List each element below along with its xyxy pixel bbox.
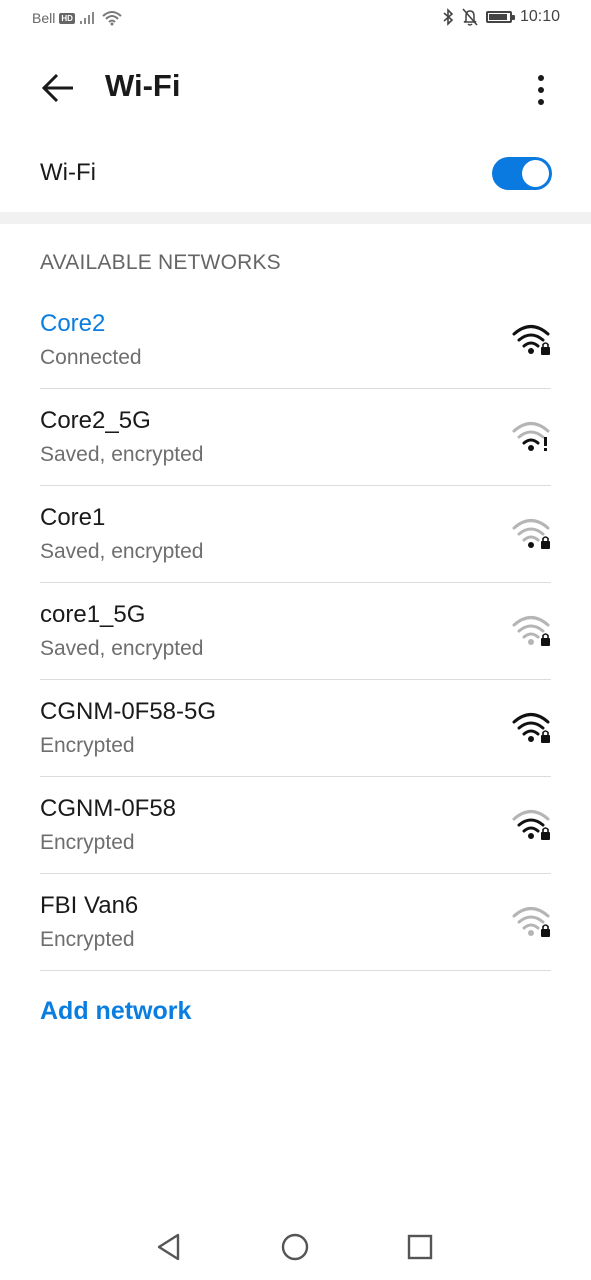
network-item[interactable]: core1_5G Saved, encrypted <box>0 583 591 680</box>
network-item[interactable]: Core2_5G Saved, encrypted <box>0 389 591 486</box>
network-status: Encrypted <box>40 831 135 854</box>
status-time: 10:10 <box>519 8 560 25</box>
add-network-button[interactable]: Add network <box>40 997 191 1026</box>
nav-back-button[interactable] <box>145 1226 193 1268</box>
network-item[interactable]: CGNM-0F58 Encrypted <box>0 777 591 874</box>
network-name: CGNM-0F58 <box>40 795 177 822</box>
row-separator <box>40 970 551 971</box>
network-item[interactable]: FBI Van6 Encrypted <box>0 874 591 971</box>
network-item[interactable]: Core2 Connected <box>0 292 591 389</box>
network-name: core1_5G <box>40 601 146 628</box>
network-name: FBI Van6 <box>40 892 139 919</box>
hd-badge: HD <box>59 12 75 24</box>
wifi-locked-icon <box>512 907 550 937</box>
network-name: Core2 <box>40 310 106 337</box>
wifi-locked-icon <box>512 810 550 840</box>
network-status: Encrypted <box>40 734 135 757</box>
wifi-locked-icon <box>512 519 550 549</box>
network-status: Saved, encrypted <box>40 443 204 466</box>
more-vert-icon <box>538 75 544 105</box>
wifi-alert-icon <box>512 422 550 451</box>
status-bar-right: 10:10 <box>442 8 560 26</box>
more-options-button[interactable] <box>521 68 561 112</box>
network-item[interactable]: Core1 Saved, encrypted <box>0 486 591 583</box>
network-status: Connected <box>40 346 142 369</box>
wifi-locked-icon <box>512 325 550 355</box>
network-name: Core1 <box>40 504 106 531</box>
wifi-locked-icon <box>512 616 550 646</box>
bluetooth-icon <box>443 8 454 26</box>
status-bar: Bell HD 10:10 <box>0 0 591 40</box>
back-button[interactable] <box>34 66 82 110</box>
app-header: Wi-Fi <box>0 52 591 124</box>
nav-recents-button[interactable] <box>396 1226 444 1268</box>
nav-back-icon <box>157 1233 180 1261</box>
section-divider <box>0 212 591 224</box>
nav-home-button[interactable] <box>271 1226 319 1268</box>
wifi-status-icon <box>102 11 122 26</box>
switch-knob <box>522 160 549 187</box>
network-status: Saved, encrypted <box>40 540 204 563</box>
battery-icon <box>485 11 515 23</box>
network-name: Core2_5G <box>40 407 151 434</box>
wifi-locked-icon <box>512 713 550 743</box>
network-list: Core2 Connected Core2_5G Saved, encrypte… <box>0 292 591 971</box>
wifi-toggle-row[interactable]: Wi-Fi <box>0 132 591 212</box>
page-title: Wi-Fi <box>105 68 181 103</box>
status-bar-left: Bell HD <box>32 10 123 26</box>
network-status: Saved, encrypted <box>40 637 204 660</box>
nav-recents-icon <box>407 1234 433 1260</box>
nav-home-icon <box>281 1233 309 1261</box>
carrier-name: Bell <box>32 10 56 26</box>
signal-icon <box>79 12 94 24</box>
network-status: Encrypted <box>40 928 135 951</box>
navigation-bar <box>0 1214 591 1280</box>
wifi-toggle-switch[interactable] <box>492 157 552 190</box>
available-networks-heading: AVAILABLE NETWORKS <box>40 251 281 274</box>
mute-icon <box>462 8 478 26</box>
wifi-toggle-label: Wi-Fi <box>40 159 96 186</box>
network-item[interactable]: CGNM-0F58-5G Encrypted <box>0 680 591 777</box>
network-name: CGNM-0F58-5G <box>40 698 217 725</box>
back-arrow-icon <box>41 73 73 103</box>
